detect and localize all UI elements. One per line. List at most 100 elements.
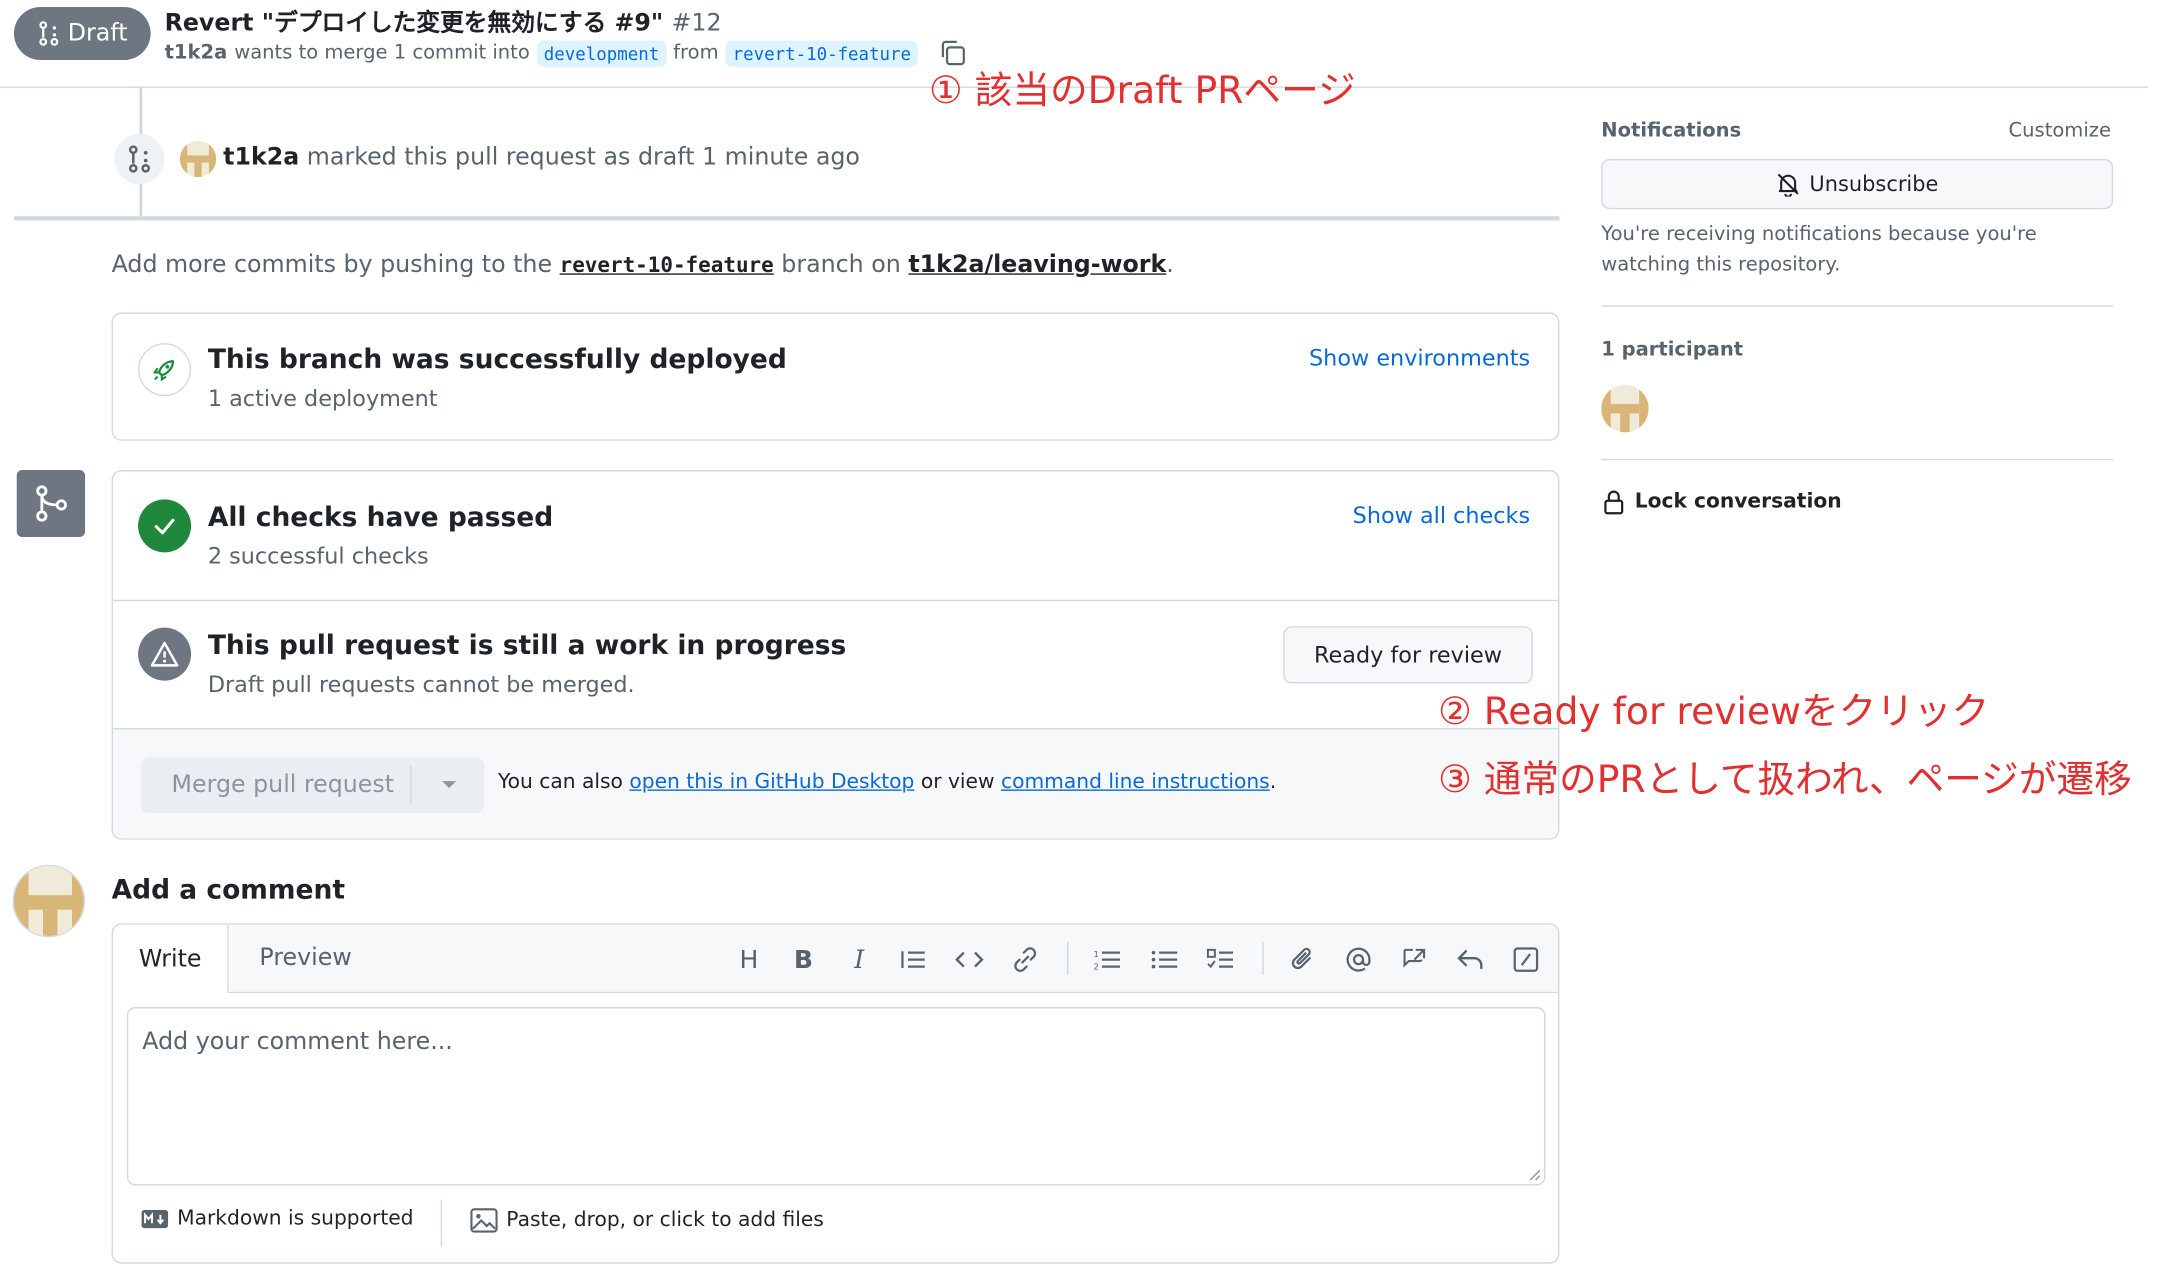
repo-link[interactable]: t1k2a/leaving-work — [908, 251, 1166, 279]
participant-avatar[interactable] — [1601, 384, 1649, 433]
checks-title: All checks have passed — [207, 502, 554, 533]
timeline-event: t1k2a marked this pull request as draft … — [223, 144, 860, 172]
comment-tabs: Write Preview H B I 12 — [112, 924, 1558, 994]
pr-title-text: Revert "デプロイした変更を無効にする #9" — [164, 9, 664, 38]
add-more-commits: Add more commits by pushing to the rever… — [112, 251, 1174, 279]
git-pull-request-draft-icon — [38, 21, 58, 46]
base-branch[interactable]: development — [536, 39, 667, 67]
unsubscribe-button[interactable]: Unsubscribe — [1601, 159, 2114, 210]
avatar[interactable] — [179, 140, 217, 178]
notification-reason: You're receiving notifications because y… — [1601, 223, 2037, 277]
merge-button-label: Merge pull request — [171, 771, 395, 800]
annotation-2: ② Ready for reviewをクリック — [1438, 690, 1990, 734]
resize-handle-icon[interactable] — [1527, 1167, 1541, 1181]
quote-icon[interactable] — [895, 941, 931, 977]
comment-box: Write Preview H B I 12 Add your comment … — [111, 923, 1560, 1264]
also-text: You can also — [497, 771, 623, 794]
rocket-icon-wrap — [138, 343, 192, 397]
alert-icon — [150, 641, 179, 667]
add-more-suffix: . — [1166, 251, 1174, 279]
merge-status-icon — [16, 470, 86, 537]
mention-icon[interactable] — [1340, 941, 1376, 977]
lock-conversation-link[interactable]: Lock conversation — [1601, 488, 1842, 516]
svg-text:2: 2 — [1094, 961, 1099, 970]
deployment-title: This branch was successfully deployed — [207, 344, 787, 376]
files-note: Paste, drop, or click to add files — [506, 1209, 824, 1232]
merge-box: All checks have passed 2 successful chec… — [111, 470, 1560, 840]
github-desktop-link[interactable]: open this in GitHub Desktop — [629, 771, 914, 793]
task-list-icon[interactable] — [1202, 941, 1238, 977]
timeline-event-text: marked this pull request as draft 1 minu… — [306, 143, 860, 172]
pr-number: #12 — [671, 9, 722, 38]
ordered-list-icon[interactable]: 12 — [1089, 941, 1125, 977]
draft-status-badge: Draft — [13, 6, 151, 60]
identicon-avatar — [1601, 384, 1649, 433]
annotation-3: ③ 通常のPRとして扱われ、ページが遷移 — [1438, 758, 2132, 803]
reply-icon[interactable] — [1452, 941, 1488, 977]
pr-title: Revert "デプロイした変更を無効にする #9" #12 — [165, 3, 722, 38]
markdown-note: Markdown is supported — [177, 1207, 414, 1231]
paperclip-icon[interactable] — [1285, 941, 1321, 977]
add-comment-heading: Add a comment — [111, 874, 346, 906]
show-all-checks-link[interactable]: Show all checks — [1353, 502, 1530, 529]
lock-icon — [1604, 490, 1624, 515]
head-branch[interactable]: revert-10-feature — [725, 39, 919, 67]
comment-textarea[interactable]: Add your comment here... — [126, 1007, 1546, 1186]
identicon-avatar — [179, 140, 217, 178]
identicon-avatar — [13, 866, 84, 936]
attach-files-link[interactable]: Paste, drop, or click to add files — [470, 1208, 824, 1233]
merge-end: . — [1269, 771, 1277, 794]
annotation-1: ① 該当のDraft PRページ — [928, 69, 1356, 113]
merge-alternatives: You can also open this in GitHub Desktop… — [498, 771, 1276, 793]
triangle-down-icon[interactable] — [441, 780, 458, 791]
timeline-draft-icon — [114, 133, 165, 185]
git-merge-icon — [35, 485, 67, 522]
or-text: or view — [920, 771, 995, 794]
markdown-icon — [141, 1209, 169, 1229]
svg-text:1: 1 — [1094, 949, 1099, 959]
draft-status-label: Draft — [67, 19, 128, 48]
deployment-box: This branch was successfully deployed 1 … — [111, 312, 1560, 441]
add-more-mid: branch on — [781, 251, 901, 279]
pr-page: Draft Revert "デプロイした変更を無効にする #9" #12 t1k… — [0, 0, 2180, 1274]
sidebar-divider — [1601, 305, 2114, 307]
customize-link[interactable]: Customize — [2009, 120, 2112, 142]
italic-icon[interactable]: I — [841, 941, 877, 977]
tab-write[interactable]: Write — [112, 924, 229, 994]
from-text: from — [673, 41, 719, 65]
comment-placeholder: Add your comment here... — [142, 1027, 453, 1056]
checks-divider — [112, 599, 1558, 602]
pr-author-link[interactable]: t1k2a — [165, 42, 228, 64]
bold-icon[interactable]: B — [785, 941, 821, 977]
unsubscribe-label: Unsubscribe — [1809, 171, 1939, 197]
tab-preview[interactable]: Preview — [259, 944, 351, 972]
wip-subtitle: Draft pull requests cannot be merged. — [207, 670, 635, 698]
code-icon[interactable] — [951, 941, 987, 977]
rocket-icon — [152, 360, 175, 382]
toolbar-divider — [1262, 941, 1264, 975]
add-more-prefix: Add more commits by pushing to the — [111, 251, 553, 279]
add-more-branch[interactable]: revert-10-feature — [560, 252, 774, 277]
lock-conversation-label: Lock conversation — [1634, 490, 1842, 514]
image-icon — [470, 1208, 498, 1233]
checks-subtitle: 2 successful checks — [207, 542, 429, 570]
merge-pull-request-button[interactable]: Merge pull request — [140, 757, 484, 814]
timeline-actor[interactable]: t1k2a — [223, 144, 299, 172]
alert-circle-icon — [138, 627, 192, 681]
cross-reference-icon[interactable] — [1396, 941, 1432, 977]
command-line-link[interactable]: command line instructions — [1001, 771, 1270, 793]
sidebar-divider — [1601, 458, 2114, 461]
pr-merge-summary: t1k2a wants to merge 1 commit into devel… — [165, 39, 967, 67]
link-icon[interactable] — [1007, 941, 1043, 977]
show-environments-link[interactable]: Show environments — [1309, 345, 1530, 372]
slash-commands-icon[interactable] — [1508, 941, 1544, 977]
commenter-avatar[interactable] — [12, 864, 86, 938]
markdown-supported-link[interactable]: Markdown is supported — [141, 1208, 414, 1230]
merge-bar: Merge pull request You can also open thi… — [112, 729, 1558, 839]
ready-for-review-button[interactable]: Ready for review — [1283, 626, 1533, 684]
heading-icon[interactable]: H — [731, 941, 767, 977]
check-circle-icon — [138, 499, 192, 553]
unordered-list-icon[interactable] — [1147, 941, 1183, 977]
wip-title: This pull request is still a work in pro… — [207, 630, 847, 662]
footer-divider — [440, 1199, 443, 1247]
